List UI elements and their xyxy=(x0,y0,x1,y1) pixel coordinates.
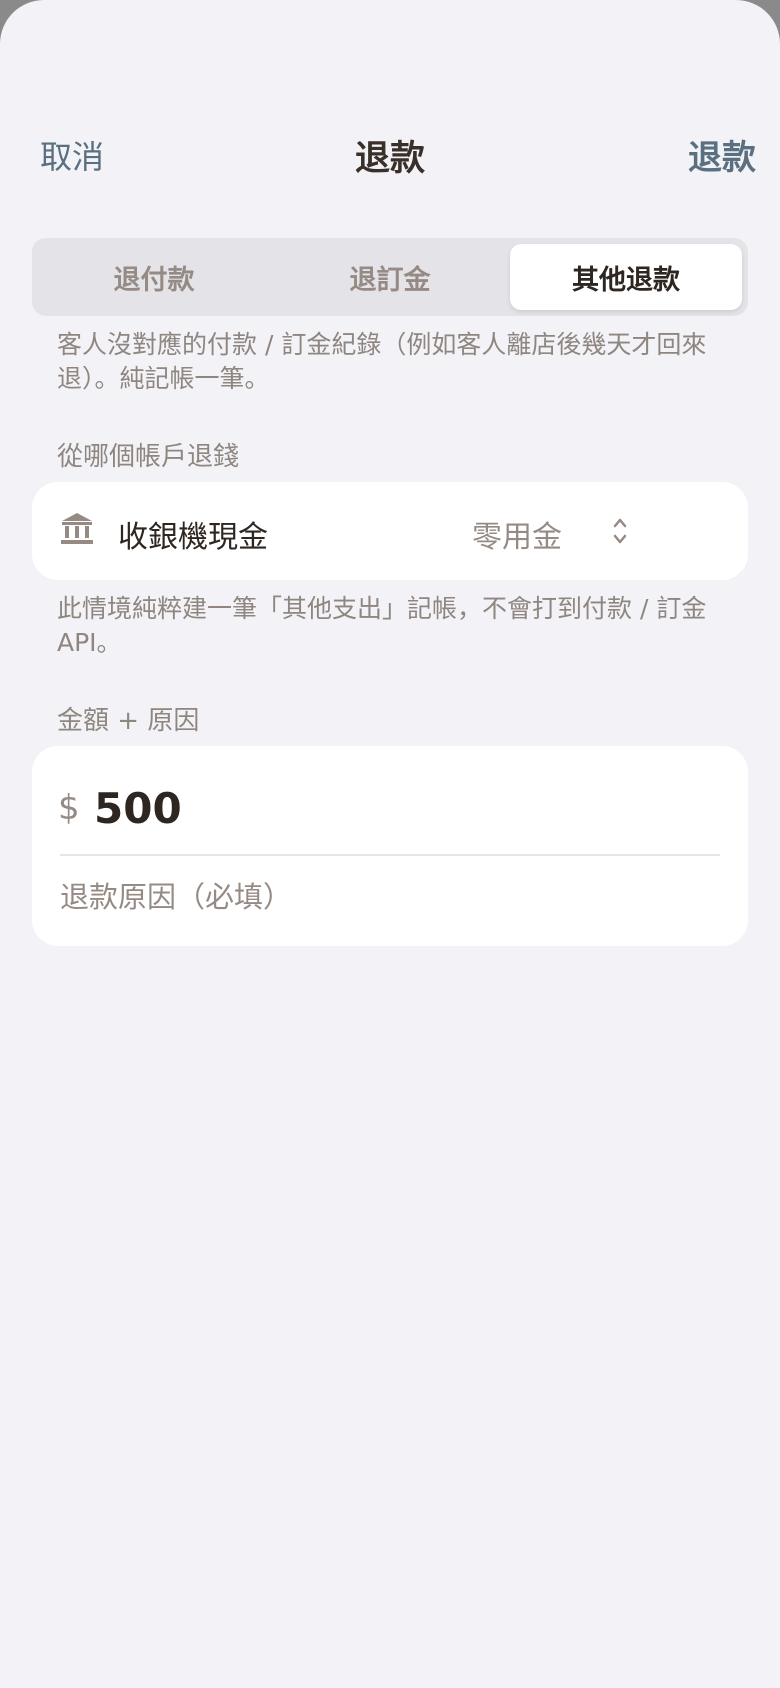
cancel-button[interactable]: 取消 xyxy=(40,132,104,178)
account-picker[interactable]: 零用金 xyxy=(472,502,632,560)
divider xyxy=(60,854,720,856)
currency-symbol: $ xyxy=(58,788,80,828)
mode-description: 客人沒對應的付款 / 訂金紀錄（例如客人離店後幾天才回來退）。純記帳一筆。 xyxy=(57,330,707,393)
refund-type-segmented-control: 退付款 退訂金 其他退款 xyxy=(32,238,748,316)
tab-refund-payment[interactable]: 退付款 xyxy=(38,244,270,310)
refund-sheet: 取消 退款 退款 退付款 退訂金 其他退款 客人沒對應的付款 / 訂金紀錄（例如… xyxy=(0,0,780,1688)
tab-other-refund[interactable]: 其他退款 xyxy=(510,244,742,310)
page-title: 退款 xyxy=(354,139,425,179)
nav-bar: 取消 退款 退款 xyxy=(0,110,780,190)
amount-section-label: 金額 + 原因 xyxy=(57,706,200,736)
account-card: 收銀機現金 零用金 xyxy=(32,482,748,580)
refund-confirm-button[interactable]: 退款 xyxy=(688,130,756,179)
account-section-label: 從哪個帳戶退錢 xyxy=(57,442,240,472)
selected-account-value: 零用金 xyxy=(472,520,562,555)
bank-icon xyxy=(61,513,93,544)
account-name: 收銀機現金 xyxy=(118,520,268,555)
amount-input[interactable] xyxy=(94,780,694,836)
reason-input[interactable] xyxy=(60,874,720,920)
account-note: 此情境純粹建一筆「其他支出」記帳，不會打到付款 / 訂金 API。 xyxy=(57,594,707,657)
amount-card: $ xyxy=(32,746,748,946)
tab-refund-deposit[interactable]: 退訂金 xyxy=(274,244,506,310)
chevron-up-down-icon xyxy=(613,518,627,544)
